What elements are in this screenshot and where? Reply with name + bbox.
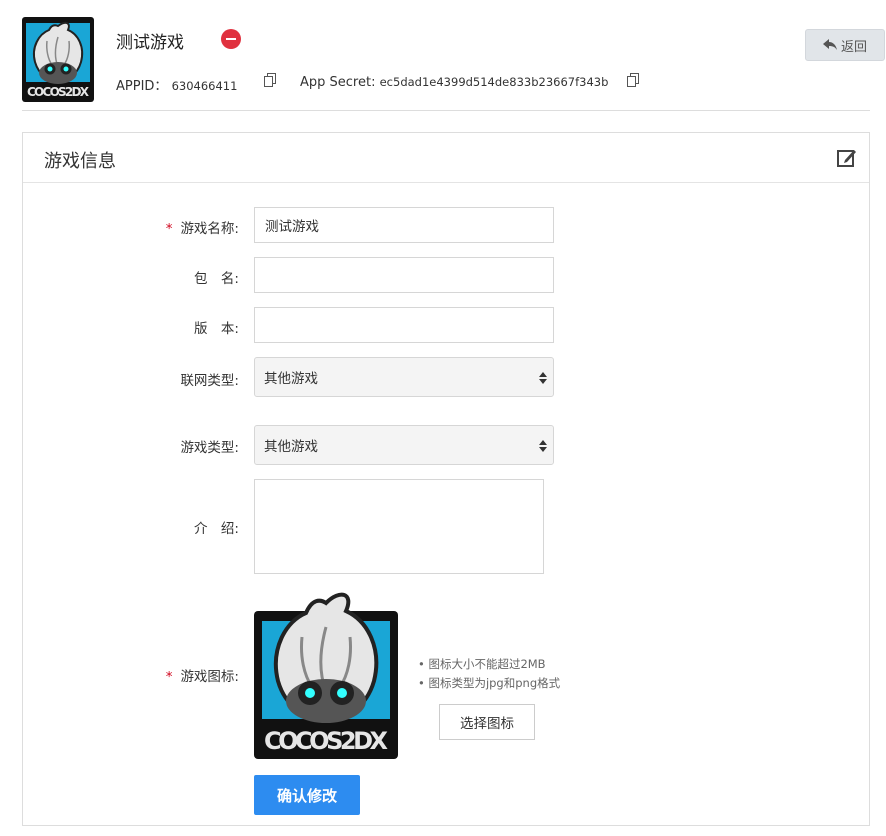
select-arrows-icon xyxy=(539,440,547,452)
appid-label: APPID： xyxy=(116,79,168,94)
header-divider xyxy=(22,110,870,111)
game-icon-label: * 游戏图标: xyxy=(23,665,239,685)
appid-value: 630466411 xyxy=(171,79,238,93)
game-name-title: 测试游戏 xyxy=(116,33,184,53)
app-secret-field: App Secret: ec5dad1e4399d514de833b23667f… xyxy=(300,75,608,90)
icon-hint-format: • 图标类型为jpg和png格式 xyxy=(418,676,561,690)
back-button[interactable]: 返回 xyxy=(805,29,885,61)
logo-wordmark: COCOS2DX xyxy=(264,727,388,755)
panel-title: 游戏信息 xyxy=(44,151,116,172)
network-type-select[interactable]: 其他游戏 xyxy=(254,357,554,397)
required-mark: * xyxy=(165,221,173,237)
game-type-label: 游戏类型: xyxy=(180,440,239,456)
copy-icon[interactable] xyxy=(264,73,276,87)
edit-icon[interactable] xyxy=(837,148,857,168)
minus-circle-icon[interactable] xyxy=(221,29,241,49)
game-icon-preview: COCOS2DX xyxy=(254,592,398,759)
back-button-label: 返回 xyxy=(840,39,867,55)
logo-wordmark: COCOS2DX xyxy=(27,85,90,99)
icon-hint-size: • 图标大小不能超过2MB xyxy=(418,657,546,671)
required-mark: * xyxy=(165,669,173,685)
select-arrows-icon xyxy=(539,372,547,384)
version-label: 版 本: xyxy=(193,321,239,337)
copy-icon[interactable] xyxy=(627,73,639,87)
app-secret-label: App Secret: xyxy=(300,75,376,90)
confirm-button[interactable]: 确认修改 xyxy=(254,775,360,815)
game-icon-label-text: 游戏图标: xyxy=(180,669,239,685)
app-secret-value: ec5dad1e4399d514de833b23667f343b xyxy=(379,75,609,89)
appid-field: APPID： 630466411 xyxy=(116,75,237,94)
game-type-value: 其他游戏 xyxy=(264,439,318,455)
game-info-panel: 游戏信息 * 游戏名称: 包 名: 版 本: 联网类型: 其他游戏 游戏类型: 其… xyxy=(22,132,870,826)
version-input[interactable] xyxy=(254,307,554,343)
choose-icon-button[interactable]: 选择图标 xyxy=(439,704,535,740)
back-arrow-icon xyxy=(822,39,837,50)
intro-textarea[interactable] xyxy=(254,479,544,574)
network-type-value: 其他游戏 xyxy=(264,371,318,387)
game-logo: COCOS2DX xyxy=(22,17,94,102)
package-label: 包 名: xyxy=(193,271,239,287)
game-name-label-text: 游戏名称: xyxy=(180,221,239,237)
game-name-label: * 游戏名称: xyxy=(23,217,239,237)
game-type-select[interactable]: 其他游戏 xyxy=(254,425,554,465)
intro-label: 介 绍: xyxy=(193,521,239,537)
package-input[interactable] xyxy=(254,257,554,293)
network-type-label: 联网类型: xyxy=(180,373,239,389)
game-name-input[interactable] xyxy=(254,207,554,243)
panel-header: 游戏信息 xyxy=(23,133,869,183)
